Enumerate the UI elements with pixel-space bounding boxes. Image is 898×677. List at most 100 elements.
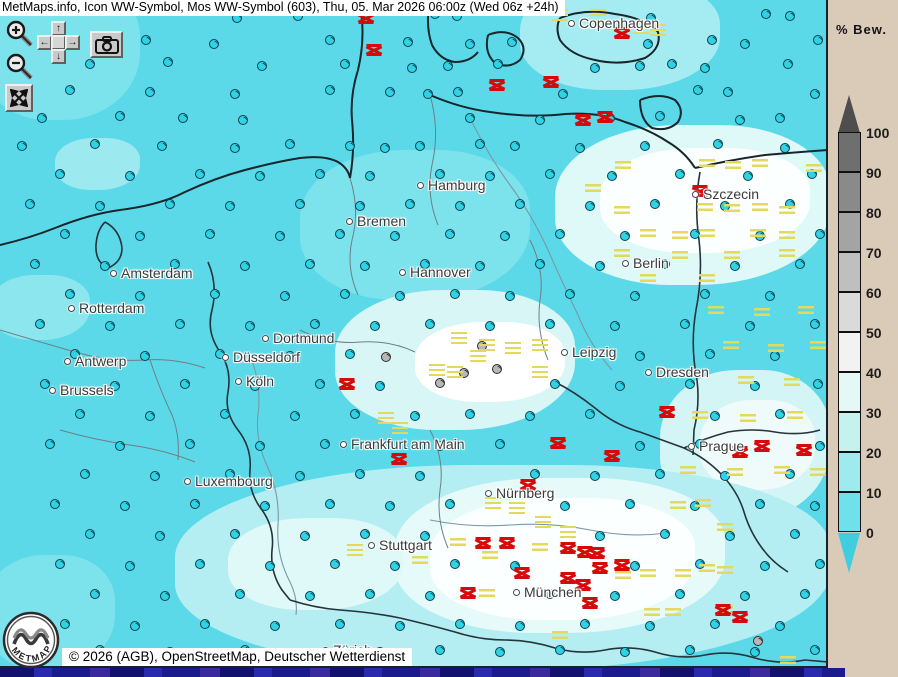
- station-circle-symbol: [790, 529, 800, 539]
- station-circle-symbol: [635, 441, 645, 451]
- city-name: Köln: [246, 373, 274, 389]
- legend-arrow-down: [838, 533, 860, 573]
- timeline-bar[interactable]: [0, 668, 845, 677]
- station-circle-symbol: [435, 645, 445, 655]
- station-circle-symbol: [115, 441, 125, 451]
- station-circle-symbol: [130, 621, 140, 631]
- zoom-out-button[interactable]: [6, 53, 34, 81]
- snow-symbol: [561, 542, 576, 554]
- station-circle-symbol: [780, 143, 790, 153]
- fog-symbol: [724, 204, 740, 212]
- legend-tick: 80: [866, 204, 896, 222]
- station-circle-symbol: [230, 143, 240, 153]
- station-circle-symbol: [45, 439, 55, 449]
- station-circle-symbol: [680, 319, 690, 329]
- snow-symbol: [515, 567, 530, 579]
- station-circle-symbol: [120, 501, 130, 511]
- snow-symbol: [340, 378, 355, 390]
- station-circle-symbol: [17, 141, 27, 151]
- station-circle-symbol: [50, 499, 60, 509]
- station-circle-symbol: [35, 319, 45, 329]
- station-circle-symbol: [815, 229, 825, 239]
- station-circle-symbol: [355, 201, 365, 211]
- station-circle-symbol: [580, 619, 590, 629]
- station-circle-symbol: [607, 171, 617, 181]
- station-circle-symbol: [813, 379, 823, 389]
- pan-up-button[interactable]: ↑: [51, 21, 66, 36]
- fog-symbol: [699, 229, 715, 237]
- city-marker: [110, 270, 117, 277]
- magnifier-minus-icon: [6, 53, 34, 81]
- station-circle-symbol: [610, 321, 620, 331]
- pan-down-button[interactable]: ↓: [51, 49, 66, 64]
- fog-symbol: [724, 251, 740, 259]
- city-label-frankfurt-am-main: Frankfurt am Main: [340, 436, 465, 452]
- station-circle-symbol: [405, 199, 415, 209]
- station-circle-symbol: [740, 39, 750, 49]
- station-circle-symbol: [350, 409, 360, 419]
- snow-symbol: [490, 79, 505, 91]
- map-canvas[interactable]: CopenhagenHamburgBremenHannoverSzczecinB…: [0, 0, 828, 668]
- station-circle-symbol: [157, 141, 167, 151]
- snow-symbol: [461, 587, 476, 599]
- magnifier-plus-icon: [6, 20, 34, 48]
- station-circle-symbol: [765, 291, 775, 301]
- city-name: Nürnberg: [496, 485, 554, 501]
- fog-symbol: [752, 159, 768, 167]
- pan-left-button[interactable]: ←: [37, 35, 52, 50]
- station-circle-symbol: [160, 591, 170, 601]
- station-circle-symbol: [743, 171, 753, 181]
- station-circle-symbol: [635, 61, 645, 71]
- station-circle-symbol: [80, 469, 90, 479]
- fog-symbol: [412, 556, 428, 564]
- station-circle-symbol: [630, 561, 640, 571]
- metmaps-logo[interactable]: METMAPS: [2, 610, 62, 677]
- station-circle-symbol: [693, 85, 703, 95]
- fog-symbol: [451, 332, 467, 344]
- city-name: Leipzig: [572, 344, 616, 360]
- station-circle-symbol: [630, 291, 640, 301]
- fog-symbol: [810, 468, 826, 476]
- pan-center-button[interactable]: [51, 35, 66, 50]
- screenshot-button[interactable]: [90, 31, 123, 58]
- station-circle-symbol: [615, 381, 625, 391]
- station-circle-symbol: [295, 471, 305, 481]
- station-circle-symbol: [545, 169, 555, 179]
- zoom-in-button[interactable]: [6, 20, 34, 48]
- station-circle-symbol: [335, 619, 345, 629]
- station-circle-symbol: [505, 291, 515, 301]
- city-name: Dortmund: [273, 330, 334, 346]
- snow-symbol: [500, 537, 515, 549]
- station-circle-symbol: [585, 409, 595, 419]
- station-circle-symbol: [335, 229, 345, 239]
- station-circle-symbol: [530, 469, 540, 479]
- snow-symbol: [367, 44, 382, 56]
- fog-symbol: [699, 564, 715, 572]
- station-circle-symbol: [195, 559, 205, 569]
- station-circle-symbol: [443, 61, 453, 71]
- fog-symbol: [672, 231, 688, 239]
- station-circle-symbol: [325, 85, 335, 95]
- fog-symbol: [752, 203, 768, 211]
- fog-symbol: [738, 376, 754, 384]
- fog-symbol: [675, 569, 691, 577]
- station-circle-symbol: [95, 201, 105, 211]
- fog-symbol: [717, 523, 733, 531]
- fog-symbol: [810, 341, 826, 349]
- station-circle-symbol: [560, 501, 570, 511]
- fog-symbol: [347, 544, 363, 556]
- fullscreen-button[interactable]: [5, 84, 33, 112]
- station-circle-symbol: [590, 471, 600, 481]
- fog-symbol: [806, 164, 822, 172]
- snow-symbol: [593, 562, 608, 574]
- legend-tick: 20: [866, 444, 896, 462]
- pan-right-button[interactable]: →: [65, 35, 80, 50]
- station-circle-symbol: [305, 259, 315, 269]
- city-label-dresden: Dresden: [645, 364, 709, 380]
- snow-symbol: [598, 111, 613, 123]
- fog-symbol: [640, 274, 656, 282]
- fog-symbol: [727, 468, 743, 476]
- fog-symbol: [787, 411, 803, 419]
- station-circle-symbol: [30, 259, 40, 269]
- city-marker: [485, 490, 492, 497]
